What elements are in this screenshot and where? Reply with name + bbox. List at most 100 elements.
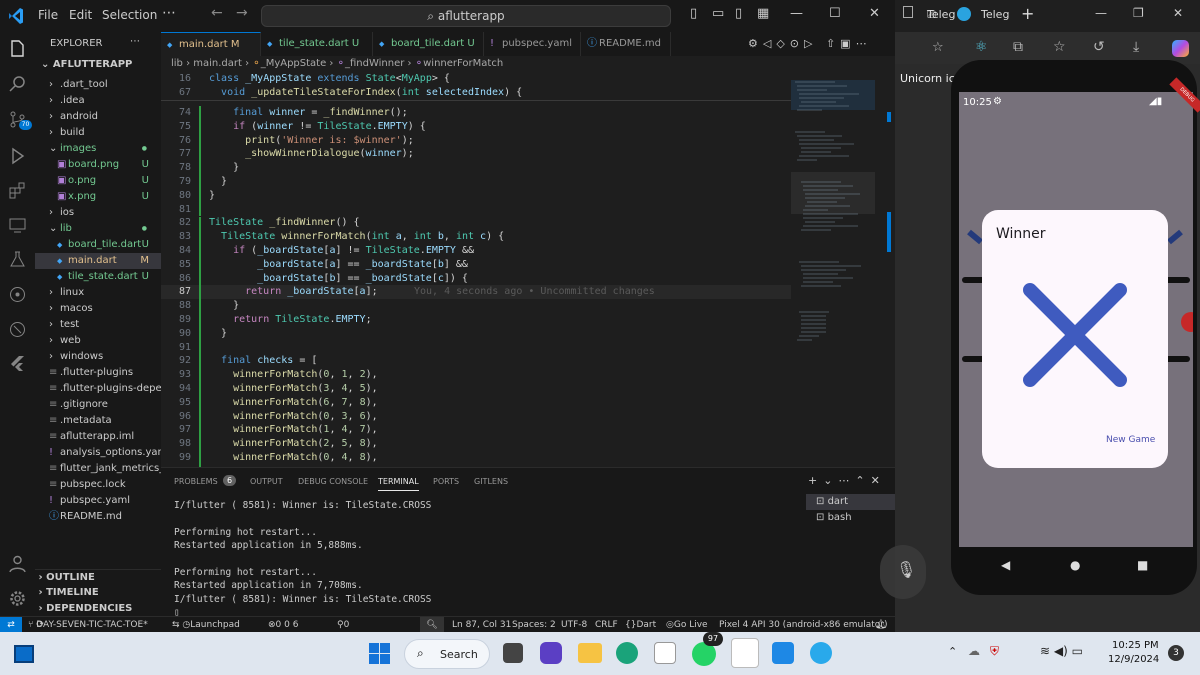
tab2-title[interactable]: Teleg [981, 8, 1009, 21]
maximize-icon[interactable]: ☐ [829, 6, 841, 21]
code-line[interactable]: return TileState.EMPTY; [209, 314, 372, 325]
code-editor[interactable]: 16 class _MyAppState extends State<MyApp>… [161, 72, 791, 467]
minimap[interactable] [791, 72, 895, 467]
tree-item[interactable]: › android [35, 109, 161, 125]
branch-status[interactable]: ⑂ DAY-SEVEN-TIC-TAC-TOE* ⟳ [28, 617, 148, 632]
code-line[interactable]: if (_boardState[a] != TileState.EMPTY && [209, 245, 474, 256]
tree-item[interactable]: › .dart_tool [35, 77, 161, 93]
code-line[interactable]: if (winner != TileState.EMPTY) { [209, 121, 426, 132]
tree-item[interactable]: › .idea [35, 93, 161, 109]
account-icon[interactable] [8, 554, 27, 573]
system-icons[interactable]: ≋ ◀) ▭ [1040, 644, 1083, 658]
store-icon[interactable] [654, 642, 676, 664]
tree-item[interactable]: ◆ main.dart M [35, 253, 161, 269]
tree-item[interactable]: › test [35, 317, 161, 333]
code-line[interactable]: TileState winnerForMatch(int a, int b, i… [209, 231, 504, 242]
code-line[interactable]: winnerForMatch(0, 1, 2), [209, 369, 378, 380]
sticky-scroll-line[interactable]: void _updateTileStateForIndex(int select… [209, 87, 522, 98]
remote-explorer-icon[interactable] [8, 216, 27, 235]
editor-tab[interactable]: ! pubspec.yaml [484, 32, 581, 56]
weather-icon[interactable]: ☁ [968, 644, 980, 658]
more-menu-icon[interactable]: ⋯ [162, 5, 176, 21]
panel-tab[interactable]: OUTPUT [250, 477, 283, 486]
code-line[interactable]: winnerForMatch(0, 3, 6), [209, 411, 378, 422]
tray-overflow-icon[interactable]: ⌃ [948, 645, 957, 658]
code-line[interactable]: winnerForMatch(6, 7, 8), [209, 397, 378, 408]
close-icon[interactable]: ✕ [869, 6, 880, 21]
flutter-icon[interactable] [8, 354, 27, 373]
tree-item[interactable]: › linux [35, 285, 161, 301]
code-line[interactable]: winnerForMatch(0, 4, 8), [209, 452, 378, 463]
code-line[interactable]: } [209, 176, 227, 187]
code-line[interactable]: winnerForMatch(3, 4, 5), [209, 383, 378, 394]
nav-home-icon[interactable]: ● [1070, 558, 1080, 572]
code-line[interactable]: _showWinnerDialogue(winner); [209, 148, 414, 159]
tree-item[interactable]: ▣ o.png U [35, 173, 161, 189]
mic-button[interactable]: 🎙︎ [880, 545, 926, 599]
code-line[interactable]: winnerForMatch(1, 4, 7), [209, 424, 378, 435]
tree-item[interactable]: ▣ x.png U [35, 189, 161, 205]
tree-item[interactable]: ! analysis_options.yaml [35, 445, 161, 461]
panel-actions[interactable]: +⌄⋯⌃✕ [808, 474, 886, 487]
tree-item[interactable]: ≡ pubspec.lock [35, 477, 161, 493]
terminal-instance[interactable]: ⊡ dart [806, 494, 895, 510]
start-icon[interactable] [369, 643, 390, 664]
toggle-secondary-icon[interactable]: ▯ [735, 6, 742, 21]
tree-item[interactable]: ≡flutter_jank_metrics_0... [35, 461, 161, 477]
menu-edit[interactable]: Edit [69, 8, 92, 22]
files-icon[interactable] [8, 39, 27, 58]
line-ending[interactable]: CRLF [595, 617, 618, 632]
device-status[interactable]: Pixel 4 API 30 (android-x86 emulator) [719, 617, 888, 632]
collections-icon[interactable]: ☆ [1053, 39, 1066, 55]
gitlens-icon[interactable] [8, 285, 27, 304]
code-line[interactable]: } [209, 328, 227, 339]
search-icon[interactable] [8, 74, 27, 93]
ports-status[interactable]: ⚲ 0 [337, 617, 349, 632]
run-debug-icon[interactable] [8, 146, 27, 165]
close-icon[interactable]: ✕ [1173, 6, 1183, 20]
terminal-instance[interactable]: ⊡ bash [806, 510, 895, 526]
cursor-position[interactable]: Ln 87, Col 31 [452, 617, 511, 632]
code-line[interactable]: return _boardState[a]; [209, 286, 378, 297]
testing-icon[interactable] [8, 250, 27, 269]
code-line[interactable]: final checks = [ [209, 355, 317, 366]
history-icon[interactable]: ↺ [1093, 39, 1105, 55]
edge-icon[interactable] [616, 642, 638, 664]
breadcrumb-file[interactable]: main.dart [193, 58, 242, 69]
copilot-icon[interactable] [1172, 40, 1189, 57]
toggle-panel-icon[interactable]: ▭ [712, 6, 724, 21]
extensions-icon[interactable]: ⧉ [1013, 39, 1023, 55]
favorite-icon[interactable]: ☆ [932, 40, 944, 55]
tree-item[interactable]: ! pubspec.yaml [35, 493, 161, 509]
restore-icon[interactable]: ❐ [1133, 6, 1144, 20]
section-outline[interactable]: › OUTLINE [35, 569, 161, 585]
tree-item[interactable]: ▣ board.png U [35, 157, 161, 173]
panel-tab[interactable]: DEBUG CONSOLE [298, 477, 368, 486]
telegram-taskbar-icon[interactable] [810, 642, 832, 664]
panel-tab[interactable]: PROBLEMS [174, 477, 218, 486]
editor-tab[interactable]: ⓘ README.md [581, 32, 671, 56]
language-mode[interactable]: {} Dart [625, 617, 656, 632]
sticky-scroll-line[interactable]: class _MyAppState extends State<MyApp> { [209, 73, 450, 84]
minimize-icon[interactable]: — [790, 6, 803, 21]
code-line[interactable]: print('Winner is: $winner'); [209, 135, 414, 146]
antivirus-icon[interactable]: ⛨ [990, 644, 999, 659]
tree-item[interactable]: › build [35, 125, 161, 141]
tree-item[interactable]: ◆ tile_state.dart U [35, 269, 161, 285]
tree-item[interactable]: › ios [35, 205, 161, 221]
clock-time[interactable]: 10:25 PM [1112, 640, 1159, 651]
encoding[interactable]: UTF-8 [561, 617, 587, 632]
breadcrumb-class[interactable]: _MyAppState [261, 58, 327, 69]
zoom-icon[interactable]: 🔍︎ [420, 617, 444, 632]
tree-item[interactable]: ⌄ lib ● [35, 221, 161, 237]
notifications-icon[interactable]: 🔔︎ [875, 617, 886, 632]
nav-back-icon[interactable]: ◀ [1001, 558, 1010, 572]
tree-item[interactable]: ≡ .metadata [35, 413, 161, 429]
widgets-icon[interactable] [14, 645, 34, 663]
tree-item[interactable]: ⓘ README.md [35, 509, 161, 525]
tree-item[interactable]: ≡ .gitignore [35, 397, 161, 413]
react-devtools-icon[interactable]: ⚛ [975, 39, 988, 55]
breadcrumb-lib[interactable]: lib [171, 58, 183, 69]
terminal-output[interactable]: I/flutter ( 8581): Winner is: TileState.… [174, 500, 431, 621]
toggle-sidebar-icon[interactable]: ▯ [690, 6, 697, 21]
